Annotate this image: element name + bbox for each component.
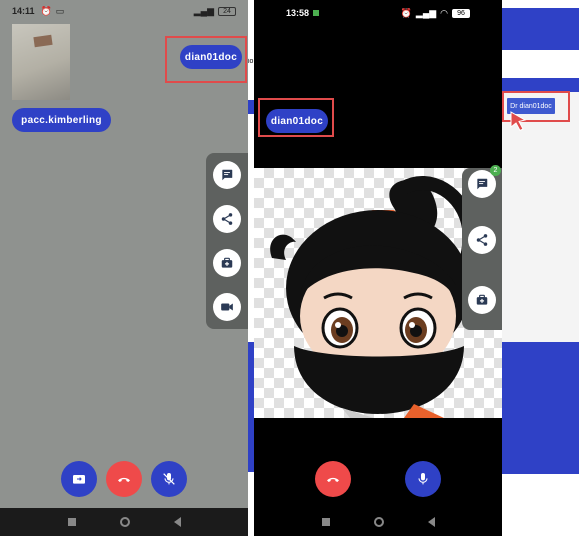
switch-camera-icon bbox=[73, 475, 85, 484]
local-user-label: pacc.kimberling bbox=[12, 108, 111, 132]
recent-apps-icon[interactable] bbox=[321, 518, 330, 526]
android-nav-bar bbox=[254, 508, 502, 536]
end-call-button[interactable] bbox=[106, 461, 142, 497]
alarm-icon: ⏰ bbox=[40, 5, 52, 16]
end-call-icon bbox=[327, 477, 339, 482]
medical-kit-icon bbox=[476, 294, 488, 305]
switch-camera-button[interactable] bbox=[61, 461, 97, 497]
back-icon[interactable] bbox=[427, 517, 435, 527]
status-time: 13:58 bbox=[286, 8, 310, 18]
notification-icon bbox=[313, 10, 320, 16]
chat-icon bbox=[477, 178, 488, 190]
signal-icon: ▂▄▆ bbox=[193, 5, 214, 16]
wifi-icon: ◠ bbox=[440, 7, 448, 18]
mic-button[interactable] bbox=[405, 461, 441, 497]
battery-icon: 24 bbox=[218, 6, 236, 16]
back-icon[interactable] bbox=[173, 517, 181, 527]
recent-apps-icon[interactable] bbox=[67, 518, 76, 526]
video-camera-icon bbox=[221, 303, 233, 311]
web-header-bar bbox=[502, 8, 579, 50]
status-bar: 13:58 ⏰ ▂▄▆ ◠ 96 bbox=[254, 0, 502, 26]
medical-kit-icon bbox=[221, 257, 233, 268]
self-video-thumbnail[interactable] bbox=[12, 24, 70, 100]
highlight-box bbox=[165, 36, 247, 83]
left-phone-screen: 14:11 ⏰ ▭ ▂▄▆ 24 pacc.kimberling dian01d… bbox=[0, 0, 248, 536]
share-icon bbox=[221, 213, 233, 225]
status-time: 14:11 bbox=[12, 6, 35, 16]
battery-level: 96 bbox=[457, 9, 465, 17]
end-call-button[interactable] bbox=[315, 461, 351, 497]
highlight-box bbox=[258, 98, 334, 137]
medical-kit-button[interactable] bbox=[213, 249, 241, 277]
signal-icon: ▂▄▆ bbox=[415, 7, 437, 18]
android-nav-bar bbox=[0, 508, 248, 536]
web-blue-stripe bbox=[502, 78, 579, 92]
web-app-panel: Dr dian01doc bbox=[502, 0, 579, 536]
video-camera-button[interactable] bbox=[213, 293, 241, 321]
laptop-icon: ▭ bbox=[55, 5, 65, 16]
side-action-panel bbox=[206, 153, 248, 329]
share-button[interactable] bbox=[468, 226, 496, 254]
chat-badge: 2 bbox=[490, 165, 501, 176]
alarm-icon: ⏰ bbox=[400, 7, 412, 18]
mute-button[interactable] bbox=[151, 461, 187, 497]
chat-button[interactable] bbox=[213, 161, 241, 189]
mic-off-icon bbox=[163, 473, 175, 485]
home-icon[interactable] bbox=[119, 517, 130, 527]
mic-icon bbox=[418, 473, 428, 485]
web-footer-block bbox=[502, 342, 579, 474]
medical-kit-button[interactable] bbox=[468, 286, 496, 314]
home-icon[interactable] bbox=[373, 517, 384, 527]
battery-icon: 96 bbox=[452, 8, 470, 18]
screenshot-root: 14:11 ⏰ ▭ ▂▄▆ 24 pacc.kimberling dian01d… bbox=[0, 0, 579, 536]
right-phone-screen: 13:58 ⏰ ▂▄▆ ◠ 96 dian01doc 2 bbox=[254, 0, 502, 536]
battery-level: 24 bbox=[223, 7, 231, 15]
thumbnail-detail bbox=[33, 34, 53, 48]
side-action-panel bbox=[462, 168, 502, 330]
chat-icon bbox=[222, 169, 233, 181]
end-call-icon bbox=[118, 477, 130, 482]
share-button[interactable] bbox=[213, 205, 241, 233]
status-bar: 14:11 ⏰ ▭ ▂▄▆ 24 bbox=[0, 0, 248, 22]
share-icon bbox=[476, 234, 488, 246]
mouse-cursor-icon bbox=[510, 111, 527, 132]
